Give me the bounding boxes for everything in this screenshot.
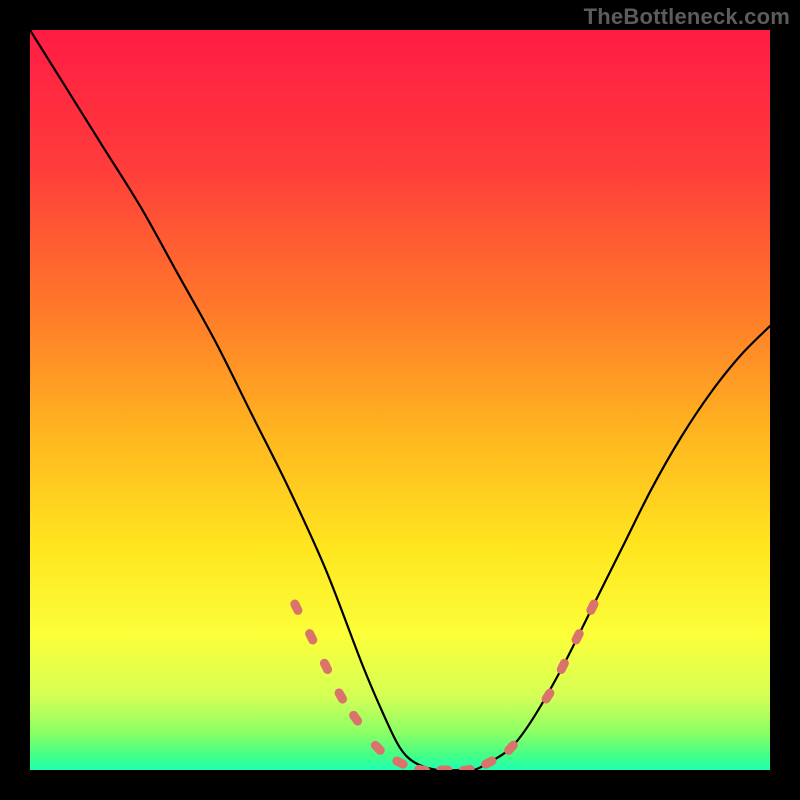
chart-frame: TheBottleneck.com xyxy=(0,0,800,800)
marker-point xyxy=(436,766,452,771)
plot-area xyxy=(30,30,770,770)
marker-point xyxy=(289,598,304,616)
bottleneck-curve xyxy=(30,30,770,770)
marker-point xyxy=(570,628,585,646)
marker-point xyxy=(369,739,387,757)
marker-point xyxy=(480,755,498,770)
marker-point xyxy=(318,657,333,675)
marker-point xyxy=(555,657,570,675)
curve-layer xyxy=(30,30,770,770)
marker-point xyxy=(585,598,600,616)
marker-point xyxy=(458,764,475,770)
marker-point xyxy=(333,687,349,705)
marker-point xyxy=(304,628,319,646)
marker-point xyxy=(347,709,364,727)
watermark-text: TheBottleneck.com xyxy=(584,4,790,30)
